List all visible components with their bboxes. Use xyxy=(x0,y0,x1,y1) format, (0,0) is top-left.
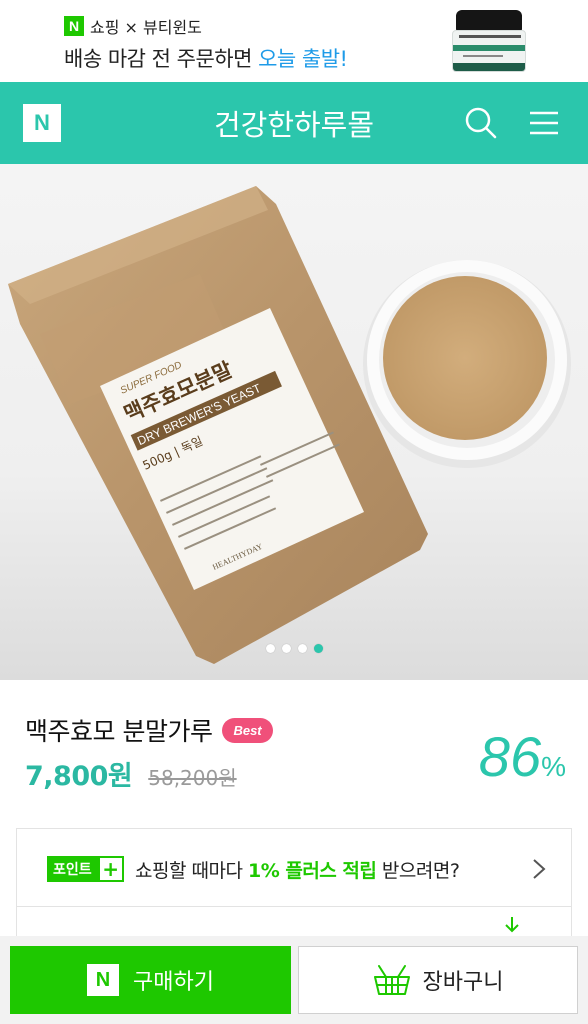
product-photo: SUPER FOOD 맥주효모분말 DRY BREWER'S YEAST 500… xyxy=(8,186,571,664)
search-icon[interactable] xyxy=(464,106,498,140)
product-image-carousel[interactable]: SUPER FOOD 맥주효모분말 DRY BREWER'S YEAST 500… xyxy=(0,164,588,680)
point-tag: 포인트 + xyxy=(47,856,124,882)
promo-title: 쇼핑 × 뷰티윈도 xyxy=(90,18,202,37)
store-title[interactable]: 건강한하루몰 xyxy=(0,102,588,144)
carousel-dot[interactable] xyxy=(297,644,307,653)
naver-pay-logo: N xyxy=(87,964,120,996)
promo-banner[interactable]: N 쇼핑 × 뷰티윈도 배송 마감 전 주문하면 오늘 출발! xyxy=(0,0,588,82)
jar-label-line xyxy=(463,55,503,57)
carousel-dot[interactable] xyxy=(281,644,291,653)
cart-button[interactable]: 장바구니 xyxy=(298,946,578,1014)
hamburger-menu-icon[interactable] xyxy=(528,108,560,138)
site-header: N 건강한하루몰 xyxy=(0,82,588,164)
promo-subtitle: 배송 마감 전 주문하면 오늘 출발! xyxy=(64,43,348,73)
sale-price: 7,800원 xyxy=(25,761,133,792)
carousel-dot[interactable] xyxy=(313,644,323,653)
powder-bowl xyxy=(363,260,571,468)
original-price: 58,200원 xyxy=(148,766,237,790)
point-text-highlight: 1% 플러스 적립 xyxy=(247,860,377,882)
promo-subtitle-text: 배송 마감 전 주문하면 xyxy=(64,47,259,71)
carousel-indicators xyxy=(0,644,588,653)
jar-body xyxy=(452,30,526,72)
point-text-prefix: 쇼핑할 때마다 xyxy=(135,860,248,882)
basket-icon xyxy=(373,965,410,995)
price-row: 7,800원 58,200원 xyxy=(25,754,237,793)
bottom-action-bar: N 구매하기 장바구니 xyxy=(0,936,588,1024)
jar-label-line xyxy=(459,35,521,38)
buy-button[interactable]: N 구매하기 xyxy=(10,946,291,1014)
jar-band xyxy=(453,45,525,51)
point-tag-label: 포인트 xyxy=(53,862,92,878)
plus-icon: + xyxy=(97,856,124,882)
jar-lid xyxy=(456,10,522,32)
point-text-suffix: 받으려면? xyxy=(376,860,460,882)
jar-base xyxy=(453,63,525,71)
buy-button-label: 구매하기 xyxy=(133,970,214,995)
best-badge: Best xyxy=(222,717,273,743)
point-banner[interactable]: 포인트 + 쇼핑할 때마다 1% 플러스 적립 받으려면? xyxy=(16,828,572,908)
carousel-dot[interactable] xyxy=(265,644,275,653)
cart-button-label: 장바구니 xyxy=(422,970,504,995)
chevron-right-icon xyxy=(533,859,546,879)
product-title-row: 맥주효모 분말가루 Best xyxy=(25,712,273,748)
naver-logo: N xyxy=(64,16,84,36)
discount-rate: 86% xyxy=(479,724,566,789)
discount-unit: % xyxy=(541,751,566,782)
promo-product-image[interactable] xyxy=(452,10,528,72)
point-banner-text: 쇼핑할 때마다 1% 플러스 적립 받으려면? xyxy=(135,856,460,883)
promo-line1: N 쇼핑 × 뷰티윈도 xyxy=(64,14,202,38)
promo-subtitle-highlight: 오늘 출발! xyxy=(258,47,348,71)
product-name: 맥주효모 분말가루 xyxy=(25,717,213,746)
discount-value: 86 xyxy=(478,725,542,788)
